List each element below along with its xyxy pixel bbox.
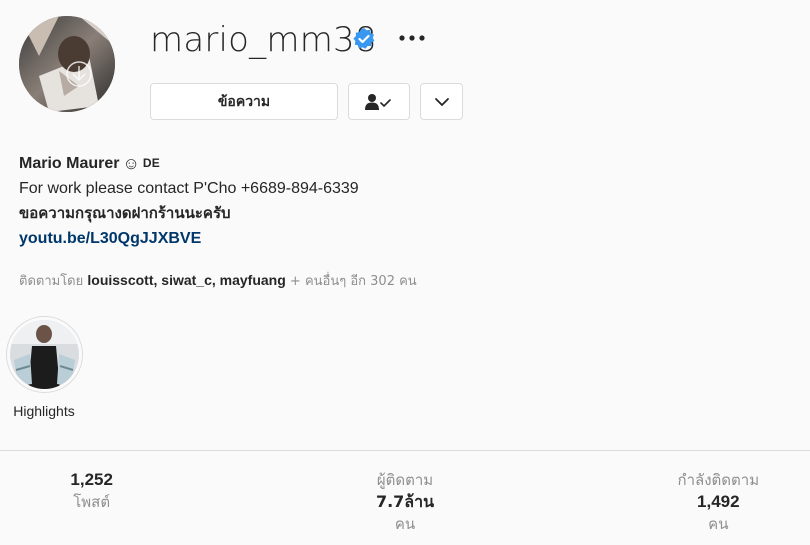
followers-count: 7.7ล้าน [375, 492, 435, 511]
chevron-down-icon [434, 97, 449, 106]
bio-link[interactable]: youtu.be/L30QgJJXBVE [19, 226, 359, 251]
stat-posts[interactable]: 1,252 โพสต์ [0, 451, 313, 545]
full-name-text: Mario Maurer [19, 155, 120, 172]
profile-avatar[interactable] [19, 16, 115, 112]
highlight-label: Highlights [13, 403, 75, 419]
stat-following[interactable]: กำลังติดตาม 1,492 คน [497, 451, 810, 545]
profile-bio: Mario Maurer ☺ DE For work please contac… [19, 151, 359, 251]
more-options-icon[interactable] [396, 30, 428, 46]
followers-unit: คน [394, 515, 416, 533]
highlight-cover [10, 320, 79, 389]
followers-label: ผู้ติดตาม [376, 471, 434, 489]
following-count: 1,492 [697, 492, 740, 511]
following-check-icon [365, 93, 391, 110]
stat-followers[interactable]: ผู้ติดตาม 7.7ล้าน คน [313, 451, 496, 545]
smiley-emoji: ☺ [122, 154, 140, 173]
followed-by-names: louisscott, siwat_c, mayfuang [87, 272, 286, 288]
posts-count: 1,252 [70, 470, 113, 489]
name-suffix: DE [142, 156, 161, 170]
highlight-cover-image [10, 320, 79, 389]
message-button-label: ข้อความ [217, 93, 271, 110]
message-button[interactable]: ข้อความ [150, 83, 338, 120]
profile-username: mario_mm38 [150, 20, 377, 60]
verified-badge-icon [353, 28, 375, 49]
followed-by-prefix: ติดตามโดย [19, 274, 84, 289]
bio-line-contact: For work please contact P'Cho +6689-894-… [19, 180, 359, 197]
suggestions-dropdown-button[interactable] [420, 83, 463, 120]
profile-stats-bar: 1,252 โพสต์ ผู้ติดตาม 7.7ล้าน คน กำลังติ… [0, 450, 810, 545]
following-label: กำลังติดตาม [677, 471, 760, 489]
avatar-image [19, 16, 115, 112]
following-button[interactable] [348, 83, 410, 120]
highlight-item[interactable] [6, 316, 83, 393]
profile-full-name: Mario Maurer ☺ DE [19, 151, 359, 176]
followed-by[interactable]: ติดตามโดย louisscott, siwat_c, mayfuang … [19, 270, 417, 291]
posts-label: โพสต์ [73, 493, 111, 511]
bio-line-thai: ขอความกรุณางดฝากร้านนะครับ [19, 204, 231, 222]
followed-by-suffix: + คนอื่นๆ อีก 302 คน [289, 274, 417, 289]
following-unit: คน [708, 515, 729, 533]
